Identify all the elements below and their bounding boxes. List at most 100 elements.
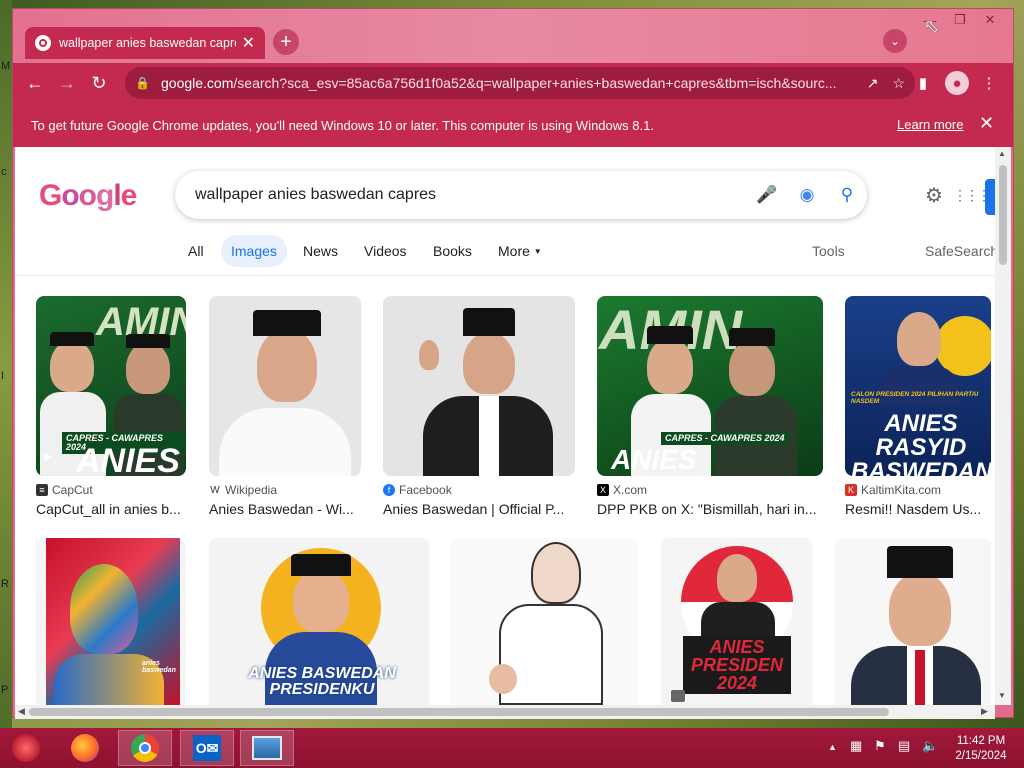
image-result[interactable]: [835, 538, 991, 705]
bookmark-star-icon[interactable]: ☆: [892, 75, 905, 92]
scroll-thumb[interactable]: [29, 708, 889, 716]
image-result[interactable]: f Facebook Anies Baswedan | Official P...: [383, 296, 575, 517]
person-figure: [531, 542, 581, 604]
result-thumbnail[interactable]: AMIN CAPRES - CAWAPRES 2024 ANIES MUHAIM…: [597, 296, 823, 476]
side-panel-icon[interactable]: ▮: [911, 71, 935, 95]
desktop-icon-label: c: [1, 166, 7, 178]
flag-icon[interactable]: ⚑: [874, 738, 886, 754]
image-result[interactable]: AMIN CAPRES - CAWAPRES 2024 ANIES ▶ ≡ Cap…: [36, 296, 186, 517]
kaltimkita-favicon-icon: K: [845, 484, 857, 496]
close-infobar-icon[interactable]: ✕: [979, 113, 994, 134]
image-result[interactable]: ANIES BASWEDAN PRESIDENKU: [209, 538, 429, 705]
person-figure: [50, 340, 94, 392]
desktop-icon-label: R: [1, 578, 9, 590]
new-tab-button[interactable]: +: [273, 29, 299, 55]
tab-images[interactable]: Images: [221, 235, 287, 267]
action-center-icon[interactable]: ▦: [850, 738, 862, 754]
image-result[interactable]: ANIES PRESIDEN 2024: [661, 538, 813, 705]
person-figure: [70, 564, 138, 654]
tab-news[interactable]: News: [293, 235, 348, 267]
tab-videos[interactable]: Videos: [354, 235, 417, 267]
search-icon[interactable]: ⚲: [827, 185, 867, 205]
learn-more-link[interactable]: Learn more: [897, 117, 963, 132]
url-text[interactable]: google.com/search?sca_esv=85ac6a756d1f0a…: [161, 75, 853, 91]
image-result[interactable]: anies baswedan: [36, 538, 186, 705]
settings-gear-icon[interactable]: ⚙: [925, 183, 943, 208]
microphone-icon[interactable]: 🎤: [747, 185, 787, 205]
result-thumbnail[interactable]: AMIN CAPRES - CAWAPRES 2024 ANIES ▶: [36, 296, 186, 476]
tab-more[interactable]: More ▼: [488, 235, 552, 267]
windows-taskbar: O✉ ▲ ▦ ⚑ ▤ 🔈 11:42 PM 2/15/2024: [0, 728, 1024, 768]
show-hidden-icons[interactable]: ▲: [828, 742, 837, 752]
person-figure: [257, 328, 317, 402]
volume-icon[interactable]: 🔈: [922, 738, 938, 754]
person-figure: [463, 332, 515, 394]
result-thumbnail[interactable]: anies baswedan: [36, 538, 186, 705]
address-bar[interactable]: 🔒 google.com/search?sca_esv=85ac6a756d1f…: [125, 67, 915, 99]
close-tab-icon[interactable]: ✕: [242, 33, 255, 53]
back-button[interactable]: ←: [23, 71, 47, 95]
vertical-scrollbar[interactable]: ▲ ▼: [995, 147, 1011, 705]
result-title: CapCut_all in anies b...: [36, 501, 181, 517]
horizontal-scrollbar[interactable]: ◀ ▶: [15, 705, 995, 719]
share-icon[interactable]: ↗: [867, 75, 879, 92]
profile-avatar-icon[interactable]: ●: [945, 71, 969, 95]
sign-in-button[interactable]: [985, 179, 995, 215]
update-infobar: To get future Google Chrome updates, you…: [13, 103, 1013, 147]
result-thumbnail[interactable]: [835, 538, 991, 705]
result-thumbnail[interactable]: ANIES PRESIDEN 2024: [661, 538, 813, 705]
network-icon[interactable]: ▤: [898, 738, 910, 754]
tab-search-button[interactable]: ⌄: [883, 29, 907, 53]
clock-time: 11:42 PM: [956, 735, 1006, 747]
desktop-icon-label: I: [1, 370, 5, 382]
safesearch-button[interactable]: SafeSearch: [915, 235, 995, 267]
image-result[interactable]: [451, 538, 639, 705]
wikipedia-favicon-icon: W: [210, 484, 220, 496]
lock-icon[interactable]: 🔒: [135, 76, 153, 90]
reload-button[interactable]: ↻: [87, 71, 111, 95]
taskbar-chrome[interactable]: [118, 730, 172, 766]
peci-cap: [647, 326, 693, 344]
scroll-thumb[interactable]: [999, 165, 1007, 265]
desktop-icon-label: P: [1, 684, 9, 696]
search-box[interactable]: wallpaper anies baswedan capres 🎤 ◉ ⚲: [175, 171, 867, 219]
result-thumbnail[interactable]: ANIES BASWEDAN PRESIDENKU: [209, 538, 429, 705]
tie: [915, 650, 925, 705]
scroll-left-icon: ◀: [18, 706, 25, 716]
restore-button[interactable]: ❐: [945, 10, 975, 30]
waving-hand: [419, 340, 439, 370]
tab-all[interactable]: All: [178, 235, 214, 267]
taskbar-photos[interactable]: [240, 730, 294, 766]
result-thumbnail[interactable]: [451, 538, 639, 705]
system-clock[interactable]: 11:42 PM 2/15/2024: [946, 734, 1016, 764]
taskbar-firefox[interactable]: [58, 730, 112, 766]
lens-camera-icon[interactable]: ◉: [787, 185, 827, 205]
result-source: KaltimKita.com: [861, 483, 942, 497]
browser-tab[interactable]: wallpaper anies baswedan capres ✕: [25, 27, 265, 59]
result-thumbnail[interactable]: [383, 296, 575, 476]
peci-cap: [729, 328, 775, 346]
person-body: [701, 602, 775, 638]
result-title: Anies Baswedan - Wi...: [209, 501, 354, 517]
google-logo[interactable]: Google: [39, 179, 137, 213]
shirt: [479, 396, 499, 476]
chrome-window: — ❐ ✕ wallpaper anies baswedan capres ✕ …: [12, 8, 1014, 719]
menu-kebab-icon[interactable]: ⋮: [977, 71, 1001, 95]
tab-books[interactable]: Books: [423, 235, 482, 267]
firefox-icon: [71, 734, 99, 762]
image-result[interactable]: CALON PRESIDEN 2024 PILIHAN PARTAI NASDE…: [845, 296, 991, 517]
image-result[interactable]: W Wikipedia Anies Baswedan - Wi...: [209, 296, 361, 517]
image-result[interactable]: AMIN CAPRES - CAWAPRES 2024 ANIES MUHAIM…: [597, 296, 823, 517]
result-thumbnail[interactable]: [209, 296, 361, 476]
peci-cap: [291, 554, 351, 576]
taskbar-outlook[interactable]: O✉: [180, 730, 234, 766]
close-window-button[interactable]: ✕: [975, 10, 1005, 30]
tools-button[interactable]: Tools: [802, 235, 855, 267]
forward-button[interactable]: →: [55, 71, 79, 95]
more-caret-icon: ▼: [533, 246, 542, 256]
result-thumbnail[interactable]: CALON PRESIDEN 2024 PILIHAN PARTAI NASDE…: [845, 296, 991, 476]
google-apps-icon[interactable]: ⋮⋮⋮: [953, 187, 991, 204]
start-button[interactable]: [0, 730, 52, 766]
image-small-text: CALON PRESIDEN 2024 PILIHAN PARTAI NASDE…: [851, 391, 979, 405]
search-input[interactable]: wallpaper anies baswedan capres: [195, 186, 747, 204]
